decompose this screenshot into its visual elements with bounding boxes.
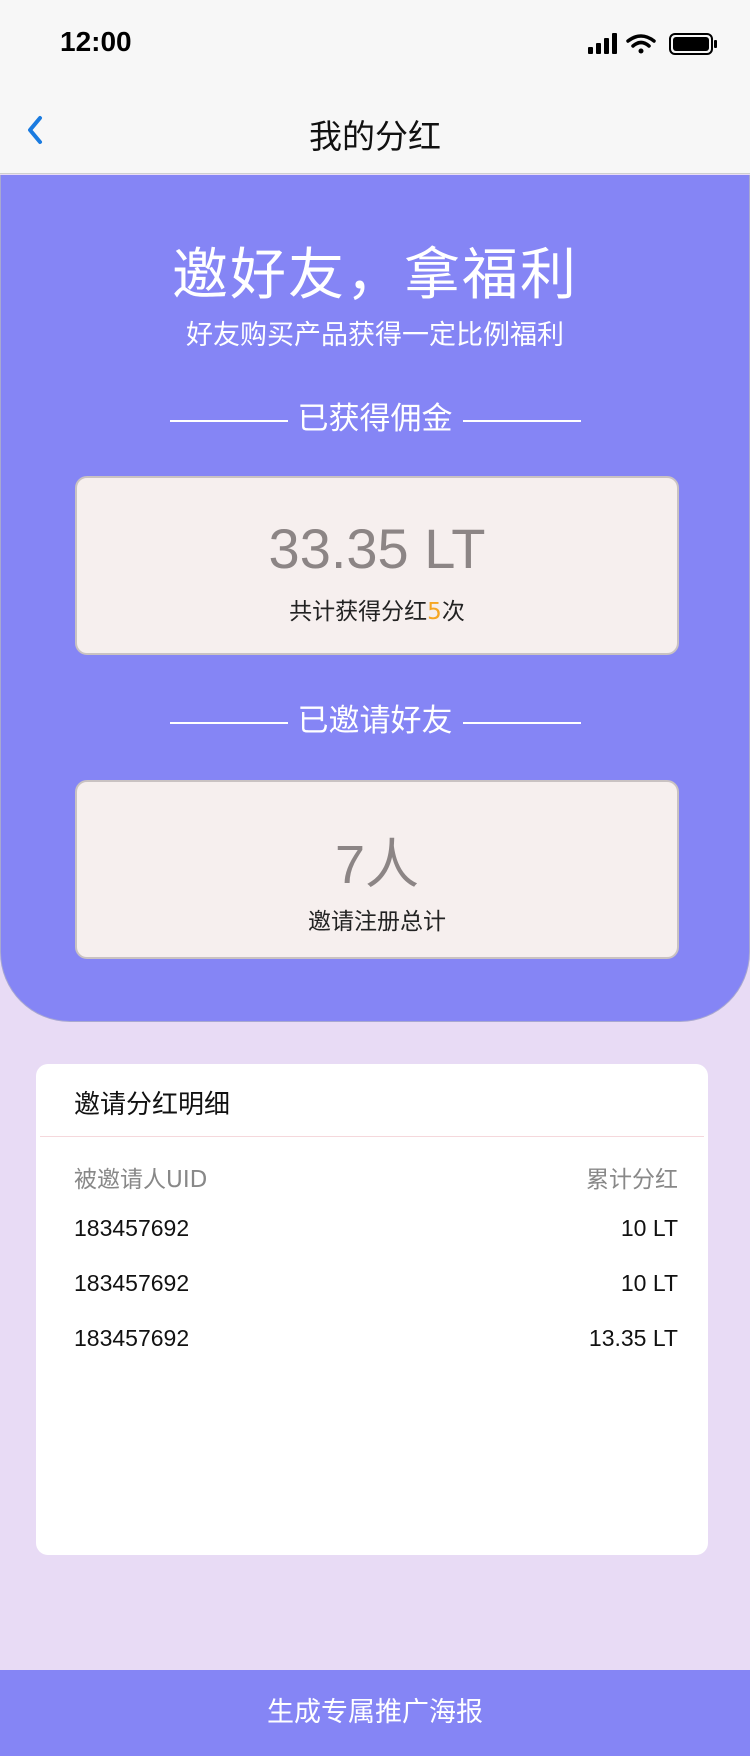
table-row: 183457692 10 LT [74, 1270, 678, 1325]
table-header: 被邀请人UID 累计分红 [74, 1160, 678, 1215]
divider-line [169, 721, 288, 724]
table-row: 183457692 13.35 LT [74, 1325, 678, 1380]
invited-heading: 已邀请好友 [1, 695, 749, 740]
status-bar: 12:00 [0, 0, 750, 88]
row-amount: 10 LT [620, 1270, 678, 1296]
row-uid: 183457692 [74, 1270, 190, 1296]
row-amount: 13.35 LT [588, 1325, 678, 1351]
dividend-detail-card: 邀请分红明细 被邀请人UID 累计分红 183457692 10 LT 1834… [36, 1064, 708, 1555]
header-amount: 累计分红 [586, 1167, 678, 1193]
divider-line [462, 721, 581, 724]
commission-card: 33.35 LT 共计获得分红5次 [75, 476, 679, 655]
hero-title: 邀好友，拿福利 [172, 243, 578, 308]
page: 12:00 我的分红 邀好友，拿福利 好友购买产品获得一定比例福利 已获得佣金 … [0, 0, 750, 1756]
dividend-table: 被邀请人UID 累计分红 183457692 10 LT 183457692 1… [74, 1160, 678, 1380]
wifi-icon [626, 34, 656, 54]
commission-desc-suffix: 次 [441, 599, 465, 625]
page-title: 我的分红 [309, 117, 441, 156]
signal-icon [588, 33, 617, 54]
hero-subtitle: 好友购买产品获得一定比例福利 [186, 320, 564, 351]
invited-value: 7人 [334, 835, 420, 895]
row-uid: 183457692 [74, 1325, 190, 1351]
commission-desc: 共计获得分红5次 [77, 592, 677, 626]
divider-line [462, 419, 581, 422]
commission-desc-prefix: 共计获得分红 [289, 599, 428, 625]
commission-heading-label: 已获得佣金 [297, 401, 453, 437]
detail-title: 邀请分红明细 [74, 1090, 231, 1120]
divider-line [169, 419, 288, 422]
invited-card: 7人 邀请注册总计 [75, 780, 679, 959]
commission-value: 33.35 LT [268, 517, 486, 580]
header-uid: 被邀请人UID [74, 1167, 208, 1193]
invited-desc: 邀请注册总计 [308, 909, 446, 935]
nav-bar: 我的分红 [0, 88, 750, 174]
table-row: 183457692 10 LT [74, 1215, 678, 1270]
divider [40, 1136, 704, 1137]
battery-icon [669, 33, 717, 55]
commission-count: 5 [427, 599, 442, 625]
invited-heading-label: 已邀请好友 [297, 703, 453, 739]
row-amount: 10 LT [620, 1215, 678, 1241]
status-icons [588, 32, 720, 56]
hero-section: 邀好友，拿福利 好友购买产品获得一定比例福利 已获得佣金 33.35 LT 共计… [0, 175, 750, 1022]
row-uid: 183457692 [74, 1215, 190, 1241]
commission-heading: 已获得佣金 [1, 393, 749, 438]
status-time: 12:00 [60, 26, 132, 57]
generate-poster-button[interactable]: 生成专属推广海报 [0, 1670, 750, 1756]
